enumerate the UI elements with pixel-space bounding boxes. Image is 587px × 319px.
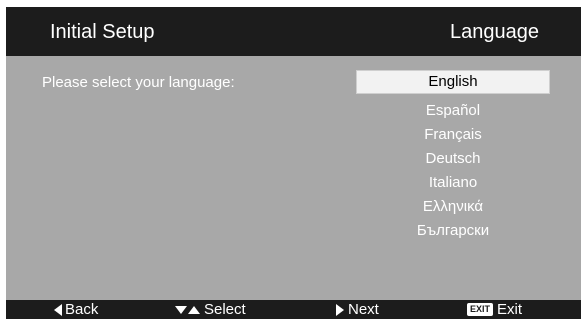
triangle-down-icon bbox=[175, 305, 187, 314]
exit-hint[interactable]: EXIT Exit bbox=[467, 300, 522, 319]
language-option[interactable]: Italiano bbox=[356, 171, 550, 195]
language-option[interactable]: Deutsch bbox=[356, 147, 550, 171]
exit-badge-icon: EXIT bbox=[467, 303, 494, 316]
language-prompt: Please select your language: bbox=[42, 74, 235, 91]
footer-bar: Back Select Next EXIT Exit bbox=[6, 300, 581, 319]
next-hint[interactable]: Next bbox=[336, 300, 379, 319]
select-hint[interactable]: Select bbox=[175, 300, 246, 319]
back-label: Back bbox=[65, 301, 99, 318]
setup-screen: Initial Setup Language Please select you… bbox=[6, 7, 581, 319]
triangle-left-icon bbox=[54, 303, 62, 316]
page-title: Initial Setup bbox=[50, 21, 155, 43]
language-option[interactable]: Български bbox=[356, 219, 550, 243]
language-option-selected[interactable]: English bbox=[356, 70, 550, 94]
header-bar: Initial Setup Language bbox=[6, 7, 581, 56]
triangle-up-icon bbox=[188, 305, 200, 314]
language-option[interactable]: Français bbox=[356, 123, 550, 147]
exit-label: Exit bbox=[497, 301, 523, 318]
language-option[interactable]: Español bbox=[356, 99, 550, 123]
triangle-right-icon bbox=[336, 303, 344, 316]
select-label: Select bbox=[204, 301, 246, 318]
language-list: English Español Français Deutsch Italian… bbox=[356, 70, 550, 243]
back-hint[interactable]: Back bbox=[54, 300, 98, 319]
next-label: Next bbox=[348, 301, 379, 318]
section-title: Language bbox=[450, 21, 539, 43]
language-option[interactable]: Ελληνικά bbox=[356, 195, 550, 219]
